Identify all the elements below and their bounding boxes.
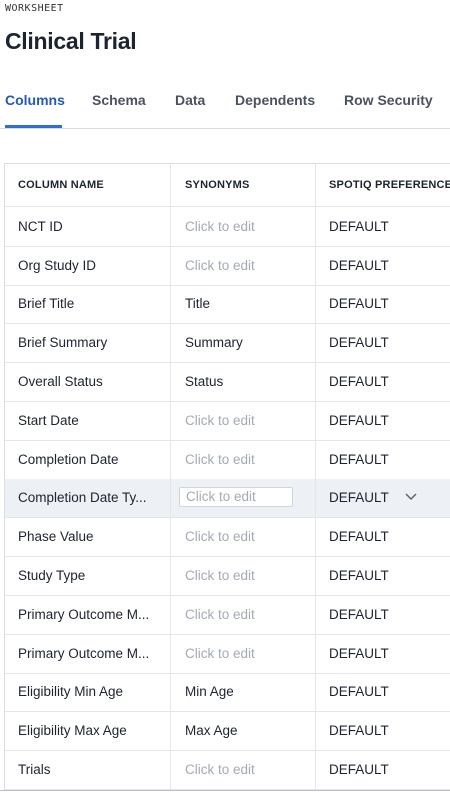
spotiq-preference-cell[interactable]: DEFAULT bbox=[316, 479, 450, 518]
column-name-cell: Start Date bbox=[5, 401, 171, 440]
synonym-cell[interactable]: Click to edit bbox=[171, 556, 316, 595]
spotiq-preference-value: DEFAULT bbox=[329, 762, 389, 778]
spotiq-preference-value: DEFAULT bbox=[329, 684, 389, 700]
table-row[interactable]: Start Date Click to edit DEFAULT bbox=[5, 401, 450, 441]
column-header-spotiq-preference[interactable]: SPOTIQ PREFERENCE bbox=[316, 164, 450, 206]
table-row[interactable]: Completion Date Click to edit DEFAULT bbox=[5, 439, 450, 480]
spotiq-preference-value: DEFAULT bbox=[329, 257, 389, 273]
synonym-cell[interactable]: Status bbox=[171, 362, 316, 401]
worksheet-label: WORKSHEET bbox=[5, 3, 64, 14]
table-row[interactable]: Eligibility Max Age Max Age DEFAULT bbox=[5, 711, 450, 752]
spotiq-preference-cell[interactable]: DEFAULT bbox=[316, 440, 450, 479]
spotiq-preference-cell[interactable]: DEFAULT bbox=[316, 556, 450, 595]
column-header-name[interactable]: COLUMN NAME bbox=[5, 164, 171, 206]
page-title: Clinical Trial bbox=[5, 28, 137, 54]
spotiq-preference-value: DEFAULT bbox=[329, 412, 389, 428]
synonym-cell[interactable]: Click to edit bbox=[171, 245, 316, 285]
spotiq-preference-value: DEFAULT bbox=[329, 374, 389, 390]
spotiq-preference-cell[interactable]: DEFAULT bbox=[316, 711, 450, 750]
spotiq-preference-cell[interactable]: DEFAULT bbox=[316, 634, 450, 673]
synonym-input[interactable]: Click to edit bbox=[179, 486, 293, 507]
synonym-cell[interactable]: Click to edit bbox=[171, 439, 316, 479]
column-header-synonyms[interactable]: SYNONYMS bbox=[171, 164, 316, 206]
tab-bar: Columns Schema Data Dependents Row Secur… bbox=[0, 90, 450, 129]
column-name-cell: Completion Date Ty... bbox=[5, 478, 171, 518]
table-row[interactable]: Brief Summary Summary DEFAULT bbox=[5, 323, 450, 364]
column-name-cell: Eligibility Max Age bbox=[5, 711, 171, 751]
spotiq-preference-cell[interactable]: DEFAULT bbox=[316, 285, 450, 324]
spotiq-preference-value: DEFAULT bbox=[329, 723, 389, 739]
column-name-cell: Phase Value bbox=[5, 517, 171, 557]
spotiq-preference-value: DEFAULT bbox=[329, 490, 389, 506]
synonym-cell[interactable]: Click to edit bbox=[171, 207, 316, 246]
synonym-cell[interactable]: Click to edit bbox=[171, 517, 316, 557]
spotiq-preference-value: DEFAULT bbox=[329, 296, 389, 312]
spotiq-preference-value: DEFAULT bbox=[329, 645, 389, 661]
column-name-cell: Primary Outcome M... bbox=[5, 633, 171, 673]
column-name-cell: Overall Status bbox=[5, 362, 171, 401]
table-row[interactable]: Primary Outcome M... Click to edit DEFAULT bbox=[5, 595, 450, 635]
table-row[interactable]: Study Type Click to edit DEFAULT bbox=[5, 556, 450, 596]
spotiq-preference-value: DEFAULT bbox=[329, 335, 389, 351]
table-row[interactable]: NCT ID Click to edit DEFAULT bbox=[5, 207, 450, 247]
synonym-cell[interactable]: Click to edit bbox=[171, 595, 316, 634]
table-row[interactable]: Eligibility Min Age Min Age DEFAULT bbox=[5, 672, 450, 713]
tab-schema[interactable]: Schema bbox=[92, 92, 146, 108]
spotiq-preference-cell[interactable]: DEFAULT bbox=[316, 517, 450, 556]
table-row[interactable]: Primary Outcome M... Click to edit DEFAULT bbox=[5, 633, 450, 674]
tab-data[interactable]: Data bbox=[175, 92, 205, 108]
synonym-cell[interactable]: Min Age bbox=[171, 672, 316, 712]
column-name-cell: Eligibility Min Age bbox=[5, 672, 171, 712]
spotiq-preference-value: DEFAULT bbox=[329, 218, 389, 234]
spotiq-preference-cell[interactable]: DEFAULT bbox=[316, 246, 450, 285]
synonym-cell[interactable]: Click to edit bbox=[171, 401, 316, 440]
spotiq-preference-value: DEFAULT bbox=[329, 451, 389, 467]
column-name-cell: Brief Summary bbox=[5, 323, 171, 363]
synonym-cell[interactable]: Click to edit bbox=[171, 633, 316, 673]
column-name-cell: Completion Date bbox=[5, 439, 171, 479]
spotiq-preference-cell[interactable]: DEFAULT bbox=[316, 362, 450, 401]
spotiq-preference-cell[interactable]: DEFAULT bbox=[316, 323, 450, 362]
tab-row-security[interactable]: Row Security bbox=[344, 92, 433, 108]
table-row[interactable]: Overall Status Status DEFAULT bbox=[5, 362, 450, 402]
column-name-cell: Primary Outcome M... bbox=[5, 595, 171, 634]
column-name-cell: Trials bbox=[5, 750, 171, 789]
spotiq-preference-cell[interactable]: DEFAULT bbox=[316, 595, 450, 634]
column-name-cell: Study Type bbox=[5, 556, 171, 595]
table-row[interactable]: Phase Value Click to edit DEFAULT bbox=[5, 517, 450, 558]
synonym-cell[interactable]: Title bbox=[171, 284, 316, 324]
table-header-row: COLUMN NAME SYNONYMS SPOTIQ PREFERENCE bbox=[5, 164, 450, 207]
chevron-down-icon[interactable] bbox=[404, 492, 418, 502]
divider bbox=[0, 790, 450, 791]
table-row[interactable]: Completion Date Ty... Click to edit DEFAUL… bbox=[5, 478, 450, 519]
column-name-cell: Brief Title bbox=[5, 284, 171, 324]
spotiq-preference-cell[interactable]: DEFAULT bbox=[316, 207, 450, 246]
table-row[interactable]: Trials Click to edit DEFAULT bbox=[5, 750, 450, 790]
synonym-cell[interactable]: Max Age bbox=[171, 711, 316, 751]
columns-table: COLUMN NAME SYNONYMS SPOTIQ PREFERENCE N… bbox=[4, 163, 450, 791]
table-row[interactable]: Brief Title Title DEFAULT bbox=[5, 284, 450, 325]
tab-dependents[interactable]: Dependents bbox=[235, 92, 315, 108]
spotiq-preference-value: DEFAULT bbox=[329, 529, 389, 545]
synonym-cell[interactable]: Click to edit bbox=[171, 478, 316, 518]
spotiq-preference-cell[interactable]: DEFAULT bbox=[316, 401, 450, 440]
column-name-cell: Org Study ID bbox=[5, 245, 171, 285]
synonym-cell[interactable]: Summary bbox=[171, 323, 316, 363]
spotiq-preference-value: DEFAULT bbox=[329, 568, 389, 584]
active-tab-indicator bbox=[5, 125, 62, 128]
tab-columns[interactable]: Columns bbox=[5, 92, 65, 108]
spotiq-preference-value: DEFAULT bbox=[329, 606, 389, 622]
spotiq-preference-cell[interactable]: DEFAULT bbox=[316, 750, 450, 789]
column-name-cell: NCT ID bbox=[5, 207, 171, 246]
spotiq-preference-cell[interactable]: DEFAULT bbox=[316, 673, 450, 712]
synonym-cell[interactable]: Click to edit bbox=[171, 750, 316, 789]
table-row[interactable]: Org Study ID Click to edit DEFAULT bbox=[5, 245, 450, 286]
